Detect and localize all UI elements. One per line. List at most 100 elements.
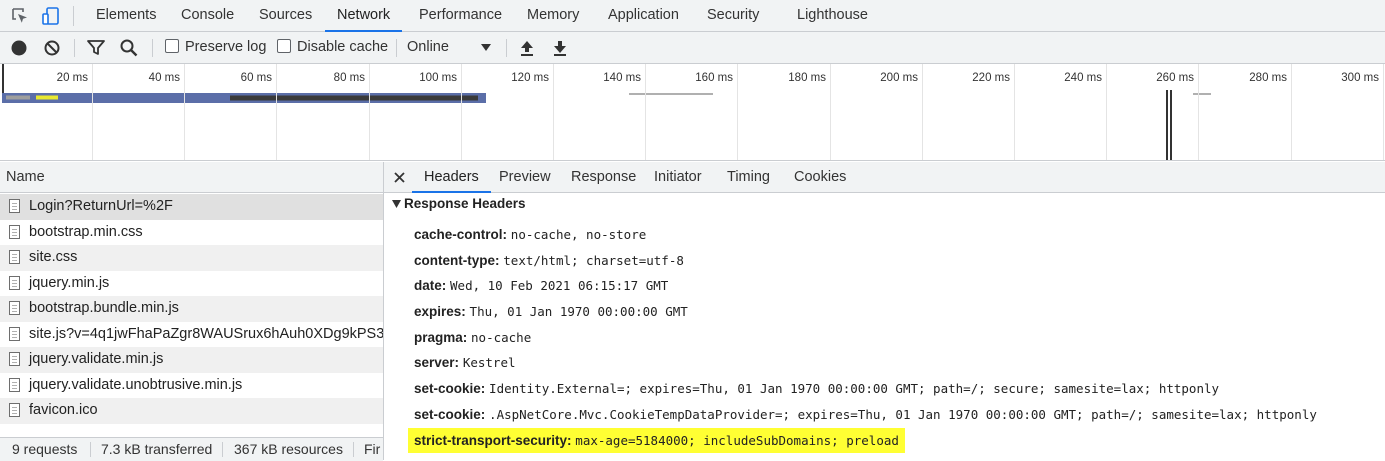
disable-cache-box[interactable] bbox=[277, 39, 291, 53]
response-header-row[interactable]: server: Kestrel bbox=[414, 352, 516, 374]
detail-tab-initiator[interactable]: Initiator bbox=[654, 162, 702, 192]
response-header-row[interactable]: pragma: no-cache bbox=[414, 327, 531, 349]
request-row[interactable]: jquery.validate.unobtrusive.min.js bbox=[0, 373, 383, 399]
preserve-log-box[interactable] bbox=[165, 39, 179, 53]
tab-performance[interactable]: Performance bbox=[419, 0, 502, 31]
overview-bar-segment bbox=[1193, 93, 1211, 95]
overview-cursor-mark bbox=[2, 64, 4, 94]
disable-cache-label: Disable cache bbox=[297, 39, 389, 55]
record-icon[interactable] bbox=[9, 38, 29, 58]
name-column-header[interactable]: Name bbox=[0, 162, 383, 193]
pane-divider[interactable] bbox=[383, 162, 384, 460]
overview-grid-line bbox=[922, 64, 923, 160]
file-icon bbox=[9, 224, 20, 239]
upload-icon[interactable] bbox=[517, 38, 537, 58]
header-name: expires: bbox=[414, 304, 466, 319]
detail-tab-preview[interactable]: Preview bbox=[499, 162, 551, 192]
header-value: Identity.External=; expires=Thu, 01 Jan … bbox=[489, 381, 1220, 396]
request-name: jquery.validate.min.js bbox=[29, 351, 164, 367]
overview-tick-label: 120 ms bbox=[511, 72, 549, 84]
overview-grid-line bbox=[92, 64, 93, 160]
dropdown-caret-icon bbox=[481, 44, 491, 51]
disable-cache-checkbox[interactable]: Disable cache bbox=[277, 32, 388, 63]
devtools-tab-bar: Elements Console Sources Network Performance… bbox=[0, 0, 1385, 32]
summary-separator bbox=[90, 442, 91, 457]
tab-sources[interactable]: Sources bbox=[259, 0, 312, 31]
response-header-row[interactable]: expires: Thu, 01 Jan 1970 00:00:00 GMT bbox=[414, 301, 688, 323]
request-row[interactable]: site.css bbox=[0, 245, 383, 271]
download-icon[interactable] bbox=[550, 38, 570, 58]
overview-tick-label: 240 ms bbox=[1064, 72, 1102, 84]
request-row[interactable]: bootstrap.bundle.min.js bbox=[0, 296, 383, 322]
tab-network[interactable]: Network bbox=[325, 0, 403, 32]
overview-grid-line bbox=[276, 64, 277, 160]
header-name: pragma: bbox=[414, 330, 468, 345]
header-name: content-type: bbox=[414, 253, 500, 268]
request-name: site.css bbox=[29, 249, 78, 265]
request-row[interactable]: favicon.ico bbox=[0, 398, 383, 424]
header-value: Wed, 10 Feb 2021 06:15:17 GMT bbox=[450, 278, 669, 293]
header-value: text/html; charset=utf-8 bbox=[503, 253, 684, 268]
request-name: jquery.min.js bbox=[29, 274, 110, 291]
request-name: Login?ReturnUrl=%2F bbox=[29, 198, 173, 214]
tab-application[interactable]: Application bbox=[608, 0, 679, 31]
response-header-row[interactable]: set-cookie: Identity.External=; expires=… bbox=[414, 378, 1219, 400]
response-headers-section[interactable]: Response Headers bbox=[392, 196, 526, 211]
header-value: Kestrel bbox=[462, 355, 516, 370]
response-header-row[interactable]: set-cookie: .AspNetCore.Mvc.CookieTempDa… bbox=[414, 404, 1317, 426]
overview-bar-segment bbox=[629, 93, 713, 95]
overview-tick-label: 40 ms bbox=[148, 72, 180, 84]
inspect-element-icon[interactable] bbox=[10, 6, 30, 26]
tab-console[interactable]: Console bbox=[181, 0, 234, 31]
close-icon[interactable] bbox=[394, 172, 405, 183]
overview-grid-line bbox=[461, 64, 462, 160]
request-name: favicon.ico bbox=[29, 402, 98, 418]
header-name: set-cookie: bbox=[414, 407, 486, 422]
overview-grid-line bbox=[1383, 64, 1384, 160]
request-row[interactable]: jquery.validate.min.js bbox=[0, 347, 383, 373]
response-header-row[interactable]: strict-transport-security: max-age=51840… bbox=[408, 428, 905, 453]
tab-memory[interactable]: Memory bbox=[527, 0, 579, 31]
file-icon bbox=[9, 275, 20, 290]
tab-lighthouse[interactable]: Lighthouse bbox=[797, 0, 868, 31]
overview-grid-line bbox=[369, 64, 370, 160]
tab-elements[interactable]: Elements bbox=[96, 0, 156, 31]
name-column-label: Name bbox=[6, 169, 45, 185]
detail-tab-timing[interactable]: Timing bbox=[727, 162, 770, 192]
clear-icon[interactable] bbox=[42, 38, 62, 58]
filter-icon[interactable] bbox=[86, 38, 106, 58]
request-row[interactable]: site.js?v=4q1jwFhaPaZgr8WAUSrux6hAuh0XDg… bbox=[0, 322, 383, 348]
tab-security[interactable]: Security bbox=[707, 0, 759, 31]
response-headers-title: Response Headers bbox=[404, 196, 526, 211]
network-overview[interactable]: 20 ms 40 ms 60 ms 80 ms 100 ms 120 ms 140 ms 16… bbox=[0, 64, 1385, 161]
file-icon bbox=[9, 377, 20, 392]
response-header-row[interactable]: content-type: text/html; charset=utf-8 bbox=[414, 250, 684, 272]
request-row[interactable]: bootstrap.min.css bbox=[0, 220, 383, 246]
device-toolbar-icon[interactable] bbox=[41, 6, 61, 26]
detail-tab-response[interactable]: Response bbox=[571, 162, 636, 192]
overview-grid-line bbox=[184, 64, 185, 160]
transferred-size: 7.3 kB transferred bbox=[101, 441, 213, 457]
header-value: no-cache, no-store bbox=[510, 227, 647, 242]
collapse-triangle-icon[interactable] bbox=[392, 200, 401, 208]
resources-size: 367 kB resources bbox=[234, 441, 343, 457]
response-header-row[interactable]: date: Wed, 10 Feb 2021 06:15:17 GMT bbox=[414, 275, 668, 297]
overview-tick-label: 140 ms bbox=[603, 72, 641, 84]
detail-tab-cookies[interactable]: Cookies bbox=[794, 162, 846, 192]
load-event-line bbox=[1170, 90, 1172, 160]
preserve-log-checkbox[interactable]: Preserve log bbox=[165, 32, 266, 63]
summary-separator bbox=[353, 442, 354, 457]
request-row[interactable]: jquery.min.js bbox=[0, 271, 383, 297]
response-header-row[interactable]: cache-control: no-cache, no-store bbox=[414, 224, 646, 246]
request-row[interactable]: Login?ReturnUrl=%2F bbox=[0, 194, 383, 220]
toolbar-separator bbox=[396, 39, 397, 57]
overview-tick-label: 20 ms bbox=[56, 72, 88, 84]
header-name: cache-control: bbox=[414, 227, 508, 242]
detail-tab-headers[interactable]: Headers bbox=[412, 162, 491, 193]
header-name: set-cookie: bbox=[414, 381, 486, 396]
overview-bar-segment bbox=[230, 95, 478, 101]
file-icon bbox=[9, 199, 20, 213]
search-icon[interactable] bbox=[119, 38, 139, 58]
throttling-select[interactable]: Online bbox=[407, 32, 495, 63]
overview-grid-line bbox=[737, 64, 738, 160]
